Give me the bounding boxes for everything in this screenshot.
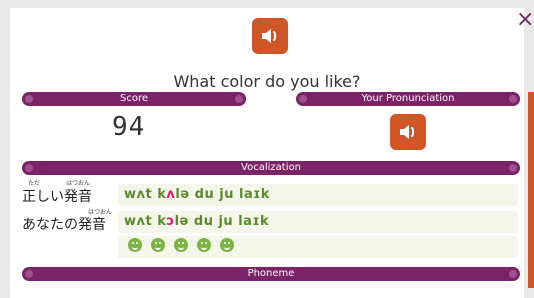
your-pronunciation-label: Your Pronunciation: [361, 93, 455, 104]
close-button[interactable]: ×: [516, 9, 534, 31]
score-value: 94: [112, 112, 146, 142]
smile-icon: [197, 238, 211, 252]
correct-pronunciation-label: 正しい発音: [22, 189, 92, 205]
word-ratings: [128, 238, 234, 252]
bar-dot: [25, 95, 33, 103]
your-pronunciation-bar: Your Pronunciation: [296, 92, 520, 106]
smile-icon: [220, 238, 234, 252]
bar-dot: [509, 164, 517, 172]
your-ipa-row: wʌt kɔlə du ju laɪk: [118, 211, 518, 233]
bar-dot: [25, 164, 33, 172]
phoneme-label: Phoneme: [247, 268, 295, 279]
correct-ipa-row: wʌt kʌlə du ju laɪk: [118, 184, 518, 206]
bar-dot: [299, 95, 307, 103]
bar-dot: [509, 270, 517, 278]
score-bar-label: Score: [119, 93, 148, 104]
bar-dot: [25, 270, 33, 278]
scrollbar[interactable]: [528, 92, 534, 288]
vocalization-bar: Vocalization: [22, 161, 520, 175]
smile-icon: [151, 238, 165, 252]
smile-icon: [174, 238, 188, 252]
play-your-recording-button[interactable]: [390, 114, 426, 150]
smile-icon: [128, 238, 142, 252]
play-audio-button[interactable]: [252, 18, 288, 54]
correct-ipa: wʌt kʌlə du ju laɪk: [124, 187, 270, 202]
phoneme-bar: Phoneme: [22, 267, 520, 281]
speaker-icon: [400, 125, 415, 139]
your-ipa: wʌt kɔlə du ju laɪk: [124, 214, 270, 229]
question-title: What color do you like?: [173, 72, 361, 91]
your-pronunciation-row-label: あなたの発音: [22, 217, 106, 233]
bar-dot: [235, 95, 243, 103]
speaker-icon: [262, 29, 277, 43]
score-bar: Score: [22, 92, 246, 106]
pronunciation-card: What color do you like? Score Your Pronu…: [10, 8, 524, 298]
bar-dot: [509, 95, 517, 103]
vocalization-label: Vocalization: [241, 162, 301, 173]
